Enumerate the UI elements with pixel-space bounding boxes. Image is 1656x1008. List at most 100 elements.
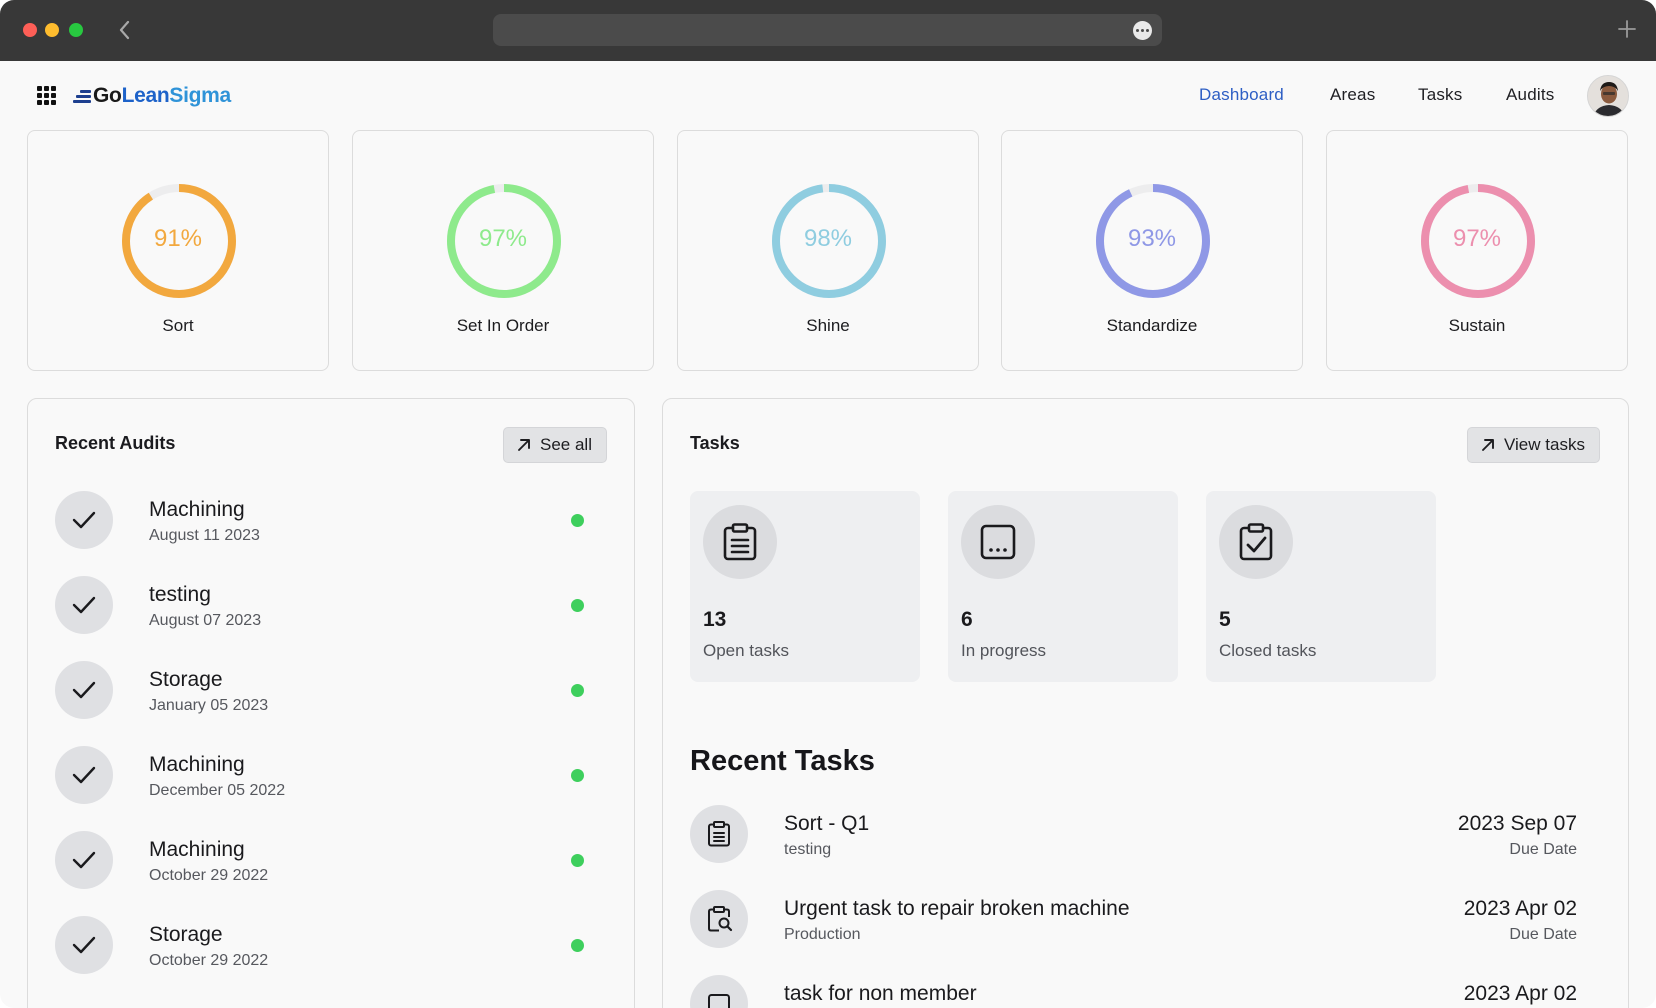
user-avatar-icon xyxy=(1588,76,1628,116)
check-icon xyxy=(55,831,113,889)
status-dot xyxy=(571,769,584,782)
see-all-button[interactable]: See all xyxy=(503,427,607,463)
check-icon xyxy=(55,746,113,804)
list-item[interactable]: Machining December 05 2022 xyxy=(55,746,584,806)
table-row[interactable]: Sort - Q1 testing 2023 Sep 07 Due Date xyxy=(690,805,1577,865)
audit-area: testing xyxy=(149,583,211,606)
audit-date: October 29 2022 xyxy=(149,952,269,969)
status-dot xyxy=(571,514,584,527)
score-card-shine[interactable]: 98% Shine xyxy=(677,130,979,371)
open-tasks-label: Open tasks xyxy=(703,641,789,660)
audit-area: Machining xyxy=(149,498,245,521)
arrow-up-right-icon xyxy=(1482,439,1494,451)
ellipsis-icon[interactable] xyxy=(1133,21,1152,40)
score-name: Shine xyxy=(806,316,850,335)
apps-grid-icon[interactable] xyxy=(37,86,56,105)
logo[interactable]: GoLeanSigma xyxy=(73,83,231,109)
audit-date: January 05 2023 xyxy=(149,697,269,714)
square-icon xyxy=(690,975,748,1008)
audit-area: Storage xyxy=(149,668,223,691)
score-card-sort[interactable]: 91% Sort xyxy=(27,130,329,371)
list-item[interactable]: Storage October 29 2022 xyxy=(55,916,584,976)
panel-title: Tasks xyxy=(690,433,740,453)
arrow-up-right-icon xyxy=(518,439,530,451)
list-item[interactable]: Machining October 29 2022 xyxy=(55,831,584,891)
nav-dashboard[interactable]: Dashboard xyxy=(1199,85,1284,105)
browser-window: GoLeanSigma Dashboard Areas Tasks Audits… xyxy=(0,0,1656,1008)
plus-icon xyxy=(1618,20,1636,38)
see-all-label: See all xyxy=(540,435,592,454)
table-row[interactable]: Urgent task to repair broken machine Pro… xyxy=(690,890,1577,950)
task-due-date: 2023 Apr 02 xyxy=(1463,982,1577,1005)
check-icon xyxy=(55,661,113,719)
closed-tasks-label: Closed tasks xyxy=(1219,641,1317,660)
nav-areas[interactable]: Areas xyxy=(1330,85,1375,105)
address-bar[interactable] xyxy=(493,14,1162,46)
task-area: Production xyxy=(784,926,861,943)
score-name: Standardize xyxy=(1106,316,1198,335)
panel-title: Recent Audits xyxy=(55,433,176,453)
status-dot xyxy=(571,939,584,952)
table-row[interactable]: task for non member 2023 Apr 02 xyxy=(690,975,1577,1008)
minimize-window-button[interactable] xyxy=(45,23,59,37)
open-tasks-tile[interactable]: 13 Open tasks xyxy=(690,491,920,682)
back-button[interactable] xyxy=(114,16,136,44)
ellipsis-square-icon xyxy=(961,505,1035,579)
check-icon xyxy=(55,916,113,974)
score-percent: 91% xyxy=(153,225,203,252)
browser-toolbar xyxy=(0,0,1656,61)
logo-mark-icon xyxy=(73,87,91,105)
due-date-label: Due Date xyxy=(1509,926,1577,943)
recent-tasks-title: Recent Tasks xyxy=(690,745,875,777)
list-item[interactable]: testing August 07 2023 xyxy=(55,576,584,636)
status-dot xyxy=(571,684,584,697)
score-card-standardize[interactable]: 93% Standardize xyxy=(1001,130,1303,371)
app-header: GoLeanSigma Dashboard Areas Tasks Audits xyxy=(0,61,1656,129)
clipboard-list-icon xyxy=(690,805,748,863)
avatar[interactable] xyxy=(1587,75,1629,117)
task-due-date: 2023 Apr 02 xyxy=(1463,897,1577,920)
view-tasks-label: View tasks xyxy=(1504,435,1585,454)
score-name: Sort xyxy=(162,316,194,335)
list-item[interactable]: Machining August 11 2023 xyxy=(55,491,584,551)
task-due-date: 2023 Sep 07 xyxy=(1457,812,1577,835)
score-name: Sustain xyxy=(1448,316,1506,335)
status-dot xyxy=(571,599,584,612)
new-tab-button[interactable] xyxy=(1616,18,1638,40)
score-card-set-in-order[interactable]: 97% Set In Order xyxy=(352,130,654,371)
audit-date: August 11 2023 xyxy=(149,527,260,544)
due-date-label: Due Date xyxy=(1509,841,1577,858)
check-icon xyxy=(55,491,113,549)
nav-audits[interactable]: Audits xyxy=(1506,85,1554,105)
logo-text: GoLeanSigma xyxy=(93,84,231,107)
score-percent: 93% xyxy=(1127,225,1177,252)
close-window-button[interactable] xyxy=(23,23,37,37)
audit-area: Machining xyxy=(149,753,245,776)
check-icon xyxy=(55,576,113,634)
score-name: Set In Order xyxy=(456,316,550,335)
task-name: Urgent task to repair broken machine xyxy=(784,897,1130,920)
in-progress-label: In progress xyxy=(961,641,1047,660)
score-percent: 97% xyxy=(1452,225,1502,252)
score-card-sustain[interactable]: 97% Sustain xyxy=(1326,130,1628,371)
status-dot xyxy=(571,854,584,867)
audit-date: October 29 2022 xyxy=(149,867,269,884)
audit-area: Storage xyxy=(149,923,223,946)
open-tasks-count: 13 xyxy=(703,608,727,631)
view-tasks-button[interactable]: View tasks xyxy=(1467,427,1600,463)
chevron-left-icon xyxy=(119,20,130,40)
closed-tasks-count: 5 xyxy=(1219,608,1231,631)
recent-audits-panel: Recent Audits See all Machining August 1… xyxy=(27,398,635,1008)
clipboard-search-icon xyxy=(690,890,748,948)
tasks-panel: Tasks View tasks 13 Open tasks 6 In prog… xyxy=(662,398,1629,1008)
zoom-window-button[interactable] xyxy=(69,23,83,37)
in-progress-tile[interactable]: 6 In progress xyxy=(948,491,1178,682)
task-name: task for non member xyxy=(784,982,977,1005)
closed-tasks-tile[interactable]: 5 Closed tasks xyxy=(1206,491,1436,682)
clipboard-list-icon xyxy=(703,505,777,579)
nav-tasks[interactable]: Tasks xyxy=(1418,85,1462,105)
score-percent: 97% xyxy=(478,225,528,252)
score-percent: 98% xyxy=(803,225,853,252)
list-item[interactable]: Storage January 05 2023 xyxy=(55,661,584,721)
in-progress-count: 6 xyxy=(961,608,973,631)
